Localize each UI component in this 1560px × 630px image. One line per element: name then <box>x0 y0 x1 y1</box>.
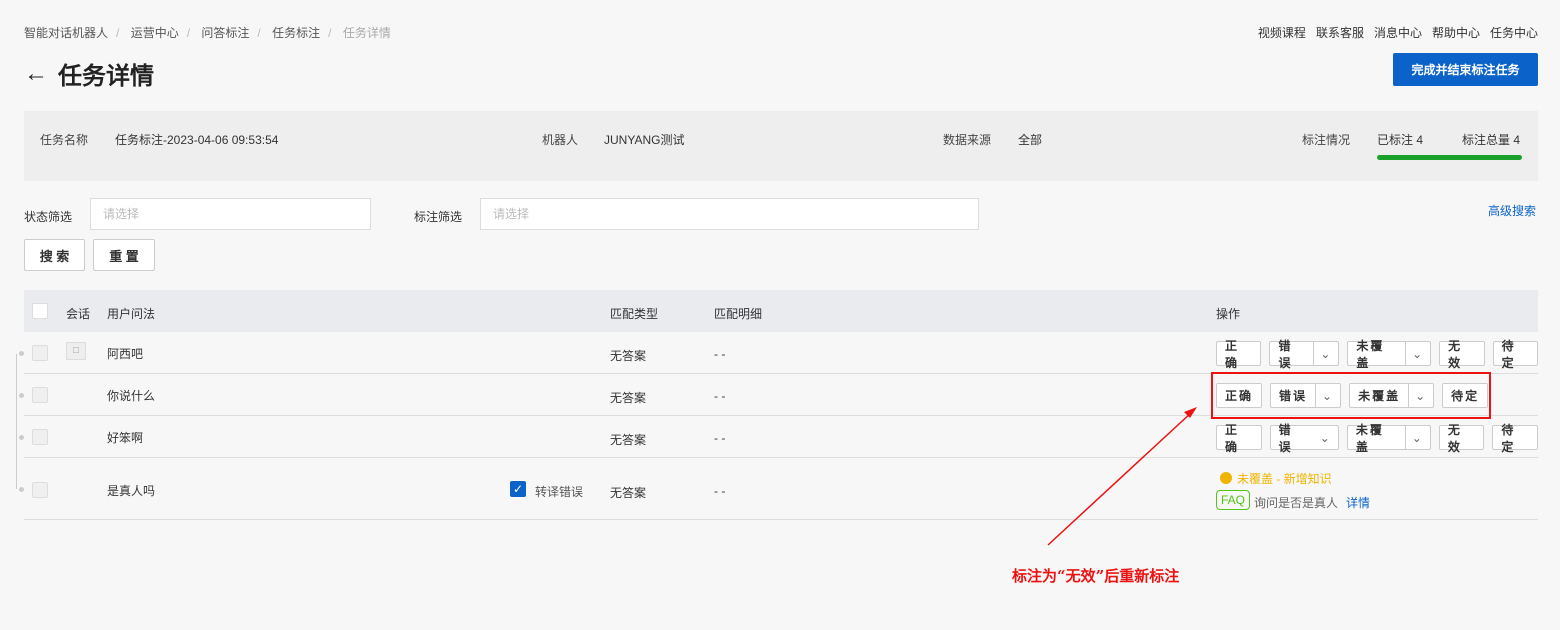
annotation-arrow <box>1047 407 1197 546</box>
annotation-text: 标注为“无效”后重新标注 <box>1012 567 1180 585</box>
